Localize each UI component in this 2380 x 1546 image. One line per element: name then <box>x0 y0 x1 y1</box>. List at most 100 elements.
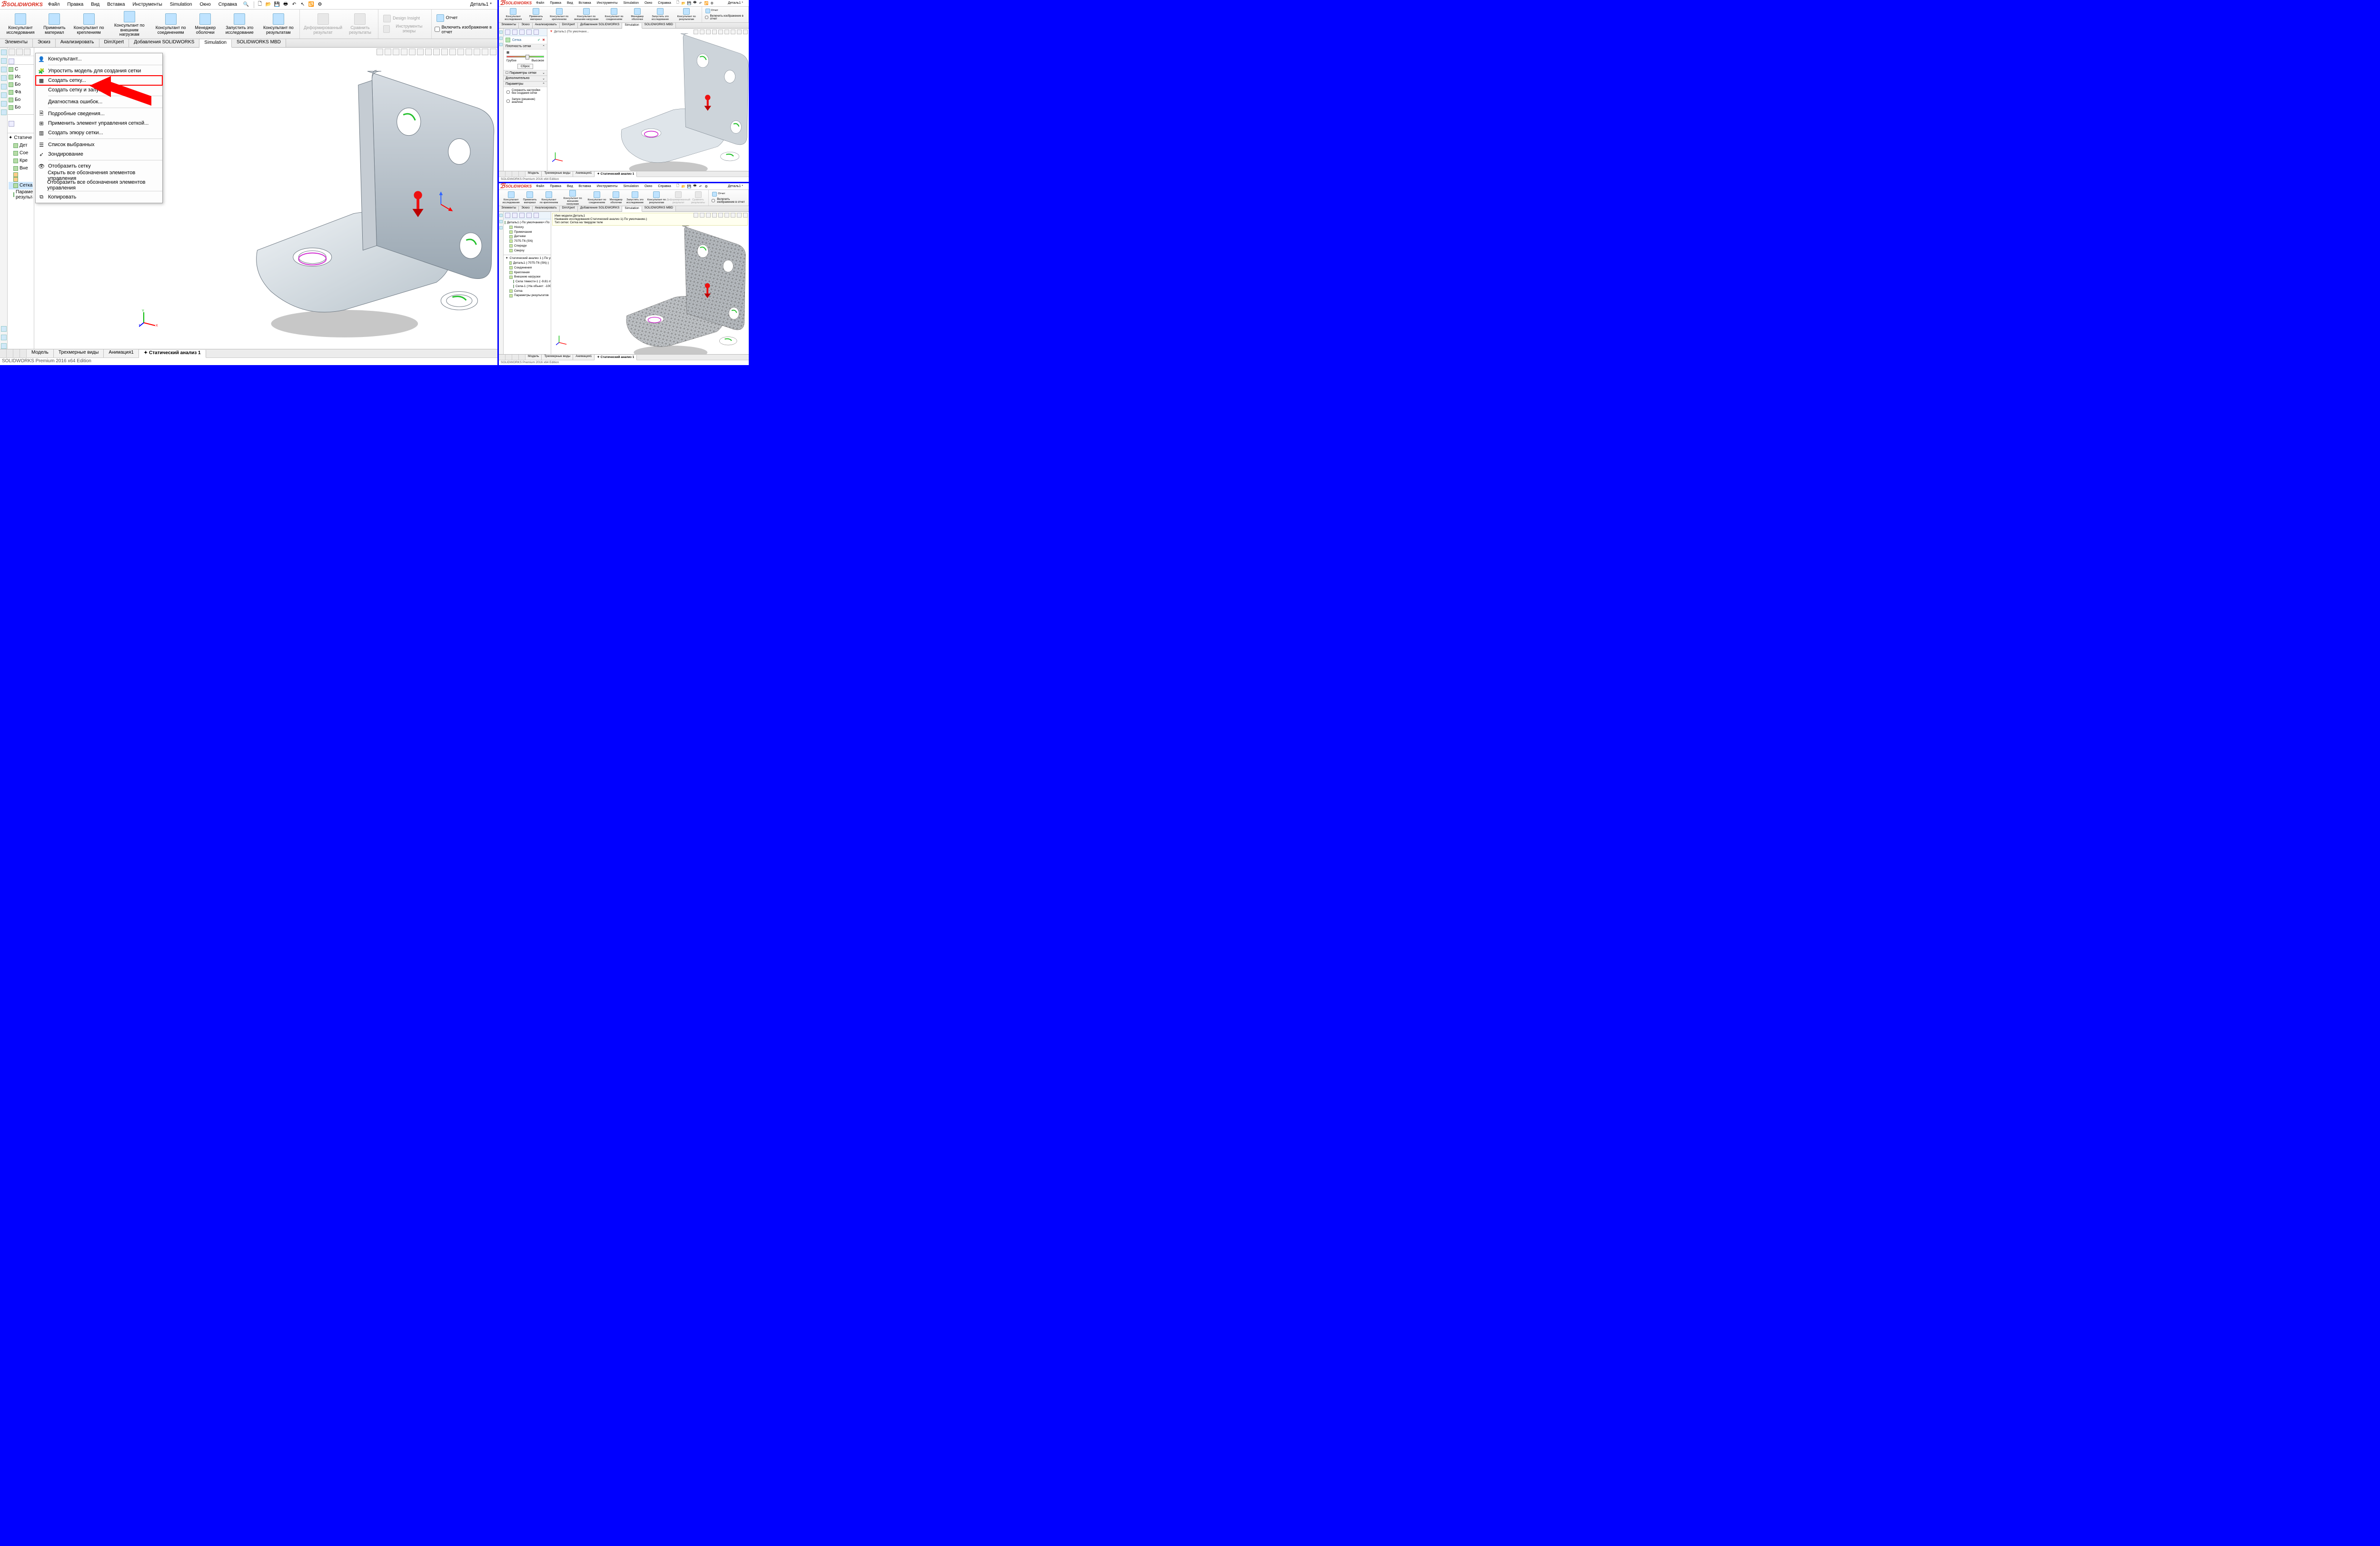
study-loads[interactable]: Внешние нагрузки <box>506 275 549 279</box>
rebuild-icon[interactable]: 🔁 <box>704 1 709 6</box>
pm-advanced-header[interactable]: Дополнительно <box>506 77 529 80</box>
sim-tree-load-item[interactable] <box>9 172 33 177</box>
ctx-show-mesh[interactable]: 👁Отобразить сетку <box>36 161 162 171</box>
tab-nav-icon[interactable] <box>20 349 27 357</box>
tab-nav-icon[interactable] <box>512 171 519 177</box>
ribbon-connections-advisor[interactable]: Консультант по соединениям <box>587 191 607 205</box>
new-icon[interactable]: 🗋 <box>675 1 680 6</box>
ctx-apply-control[interactable]: ⊞Применить элемент управления сеткой... <box>36 119 162 128</box>
rail-icon[interactable] <box>499 37 503 40</box>
sim-tree-results[interactable]: Параметры результатов <box>9 189 33 200</box>
options-icon[interactable]: ⚙ <box>710 1 714 6</box>
ok-icon[interactable]: ✔ <box>537 38 540 42</box>
study-mesh[interactable]: Сетка <box>506 289 549 294</box>
tree-annotations[interactable]: Примечания <box>505 230 550 235</box>
bottom-tab-3dviews[interactable]: Трехмерные виды <box>542 171 573 177</box>
tab-addins[interactable]: Добавления SOLIDWORKS <box>578 206 623 211</box>
tab-nav-icon[interactable] <box>519 171 526 177</box>
tree-node[interactable]: Ис <box>9 73 33 81</box>
ribbon-include-image-check[interactable]: Включить изображение в отчет <box>435 24 494 35</box>
rail-icon[interactable] <box>1 84 7 89</box>
tab-nav-icon[interactable] <box>499 355 506 360</box>
tab-dimxpert[interactable]: DimXpert <box>560 23 578 28</box>
mesh-density-slider[interactable] <box>506 56 544 58</box>
rail-icon[interactable] <box>499 226 503 229</box>
rail-icon[interactable] <box>1 92 7 98</box>
ribbon-loads-advisor[interactable]: Консультант по внешним нагрузкам <box>573 8 600 21</box>
ribbon-apply-material[interactable]: Применить материал <box>527 8 545 21</box>
ribbon-run-study[interactable]: Запустить это исследование <box>221 12 258 36</box>
ribbon-connections-advisor[interactable]: Консультант по соединениям <box>152 12 190 36</box>
pm-tab-icon[interactable] <box>534 30 539 35</box>
expand-icon[interactable]: ⌄ <box>542 77 545 80</box>
bottom-tab-animation[interactable]: Анимация1 <box>573 355 595 360</box>
fm-tab-icon[interactable] <box>24 49 30 55</box>
fm-breadcrumb[interactable]: 🔻 Деталь1 (По умолчани... <box>549 30 589 33</box>
study-results[interactable]: Параметры результатов <box>506 293 549 298</box>
menu-tools[interactable]: Инструменты <box>130 2 164 7</box>
tree-node[interactable]: С <box>9 66 33 73</box>
tree-history[interactable]: History <box>505 225 550 230</box>
study-fixtures[interactable]: Крепления <box>506 270 549 275</box>
tree-plane-top[interactable]: Сверху <box>505 248 550 253</box>
tab-features[interactable]: Элементы <box>0 39 33 47</box>
tree-sensors[interactable]: Датчики <box>505 234 550 239</box>
collapse-icon[interactable]: ⌃ <box>542 82 545 86</box>
ribbon-report[interactable]: Отчет <box>705 8 745 14</box>
ctx-copy[interactable]: ⧉Копировать <box>36 192 162 202</box>
undo-icon[interactable]: ↶ <box>290 1 298 9</box>
search-icon[interactable]: 🔍 <box>242 1 250 9</box>
bottom-tab-animation[interactable]: Анимация1 <box>573 171 595 177</box>
select-icon[interactable]: ↖ <box>299 1 307 9</box>
menu-edit[interactable]: Правка <box>548 1 563 5</box>
fm-tab-icon[interactable] <box>512 213 517 218</box>
ctx-create-and-run[interactable]: Создать сетку и запустить <box>36 85 162 95</box>
reset-button[interactable]: Сброс <box>517 64 533 69</box>
tree-node[interactable]: Бо <box>9 81 33 89</box>
bottom-tab-static[interactable]: ✦ Статический анализ 1 <box>595 355 637 360</box>
menu-tools[interactable]: Инструменты <box>595 185 619 188</box>
opt-save-no-mesh[interactable]: Сохранить настройки без создания сетки <box>506 88 544 96</box>
menu-file[interactable]: Файл <box>535 185 545 188</box>
menu-help[interactable]: Справка <box>656 1 672 5</box>
rebuild-icon[interactable]: 🔁 <box>307 1 315 9</box>
ctx-probe[interactable]: ➶Зондирование <box>36 149 162 159</box>
tree-node[interactable]: Бо <box>9 104 33 111</box>
ribbon-report[interactable]: Отчет <box>712 191 745 197</box>
new-icon[interactable]: 🗋 <box>675 184 680 189</box>
tab-nav-icon[interactable] <box>506 355 512 360</box>
fm-tab-icon[interactable] <box>9 49 15 55</box>
tab-evaluate[interactable]: Анализировать <box>533 23 560 28</box>
tab-mbd[interactable]: SOLIDWORKS MBD <box>232 39 286 47</box>
tree-node[interactable]: Бо <box>9 96 33 104</box>
pm-tab-icon[interactable] <box>505 30 510 35</box>
pm-tab-icon[interactable] <box>519 30 525 35</box>
sim-tree-part[interactable]: Дет <box>9 142 33 149</box>
collapse-icon[interactable]: ⌃ <box>542 45 545 49</box>
pm-options-header[interactable]: Параметры <box>506 82 523 86</box>
menu-help[interactable]: Справка <box>216 2 239 7</box>
bottom-tab-static[interactable]: ✦ Статический анализ 1 <box>139 350 206 358</box>
menu-insert[interactable]: Вставка <box>105 2 127 7</box>
bottom-tab-static[interactable]: ✦ Статический анализ 1 <box>595 172 637 177</box>
tab-simulation[interactable]: Simulation <box>622 23 642 29</box>
ctx-create-plot[interactable]: ▥Создать эпюру сетки... <box>36 128 162 138</box>
menu-window[interactable]: Окно <box>198 2 213 7</box>
undo-icon[interactable]: ↶ <box>698 1 703 6</box>
graphics-area[interactable]: 🔻 Деталь1 (По умолчани... <box>547 29 749 171</box>
rail-icon[interactable] <box>1 75 7 81</box>
ribbon-report[interactable]: Отчет <box>435 13 494 23</box>
rail-icon[interactable] <box>1 101 7 107</box>
menu-simulation[interactable]: Simulation <box>622 185 640 188</box>
study-force[interactable]: Сила-1 (:На объект: -1000 N:) <box>506 284 549 289</box>
menu-view[interactable]: Вид <box>565 1 575 5</box>
menu-edit[interactable]: Правка <box>548 185 563 188</box>
fm-tab-icon[interactable] <box>16 49 23 55</box>
print-icon[interactable]: 🖶 <box>693 1 697 6</box>
ribbon-connections-advisor[interactable]: Консультант по соединениям <box>602 8 626 21</box>
options-icon[interactable]: ⚙ <box>316 1 324 9</box>
tab-evaluate[interactable]: Анализировать <box>533 206 560 211</box>
ribbon-loads-advisor[interactable]: Консультант по внешним нагрузкам <box>560 189 585 206</box>
sim-tree-load-item[interactable] <box>9 177 33 182</box>
ribbon-shell-manager[interactable]: Менеджер оболочки <box>609 191 623 205</box>
